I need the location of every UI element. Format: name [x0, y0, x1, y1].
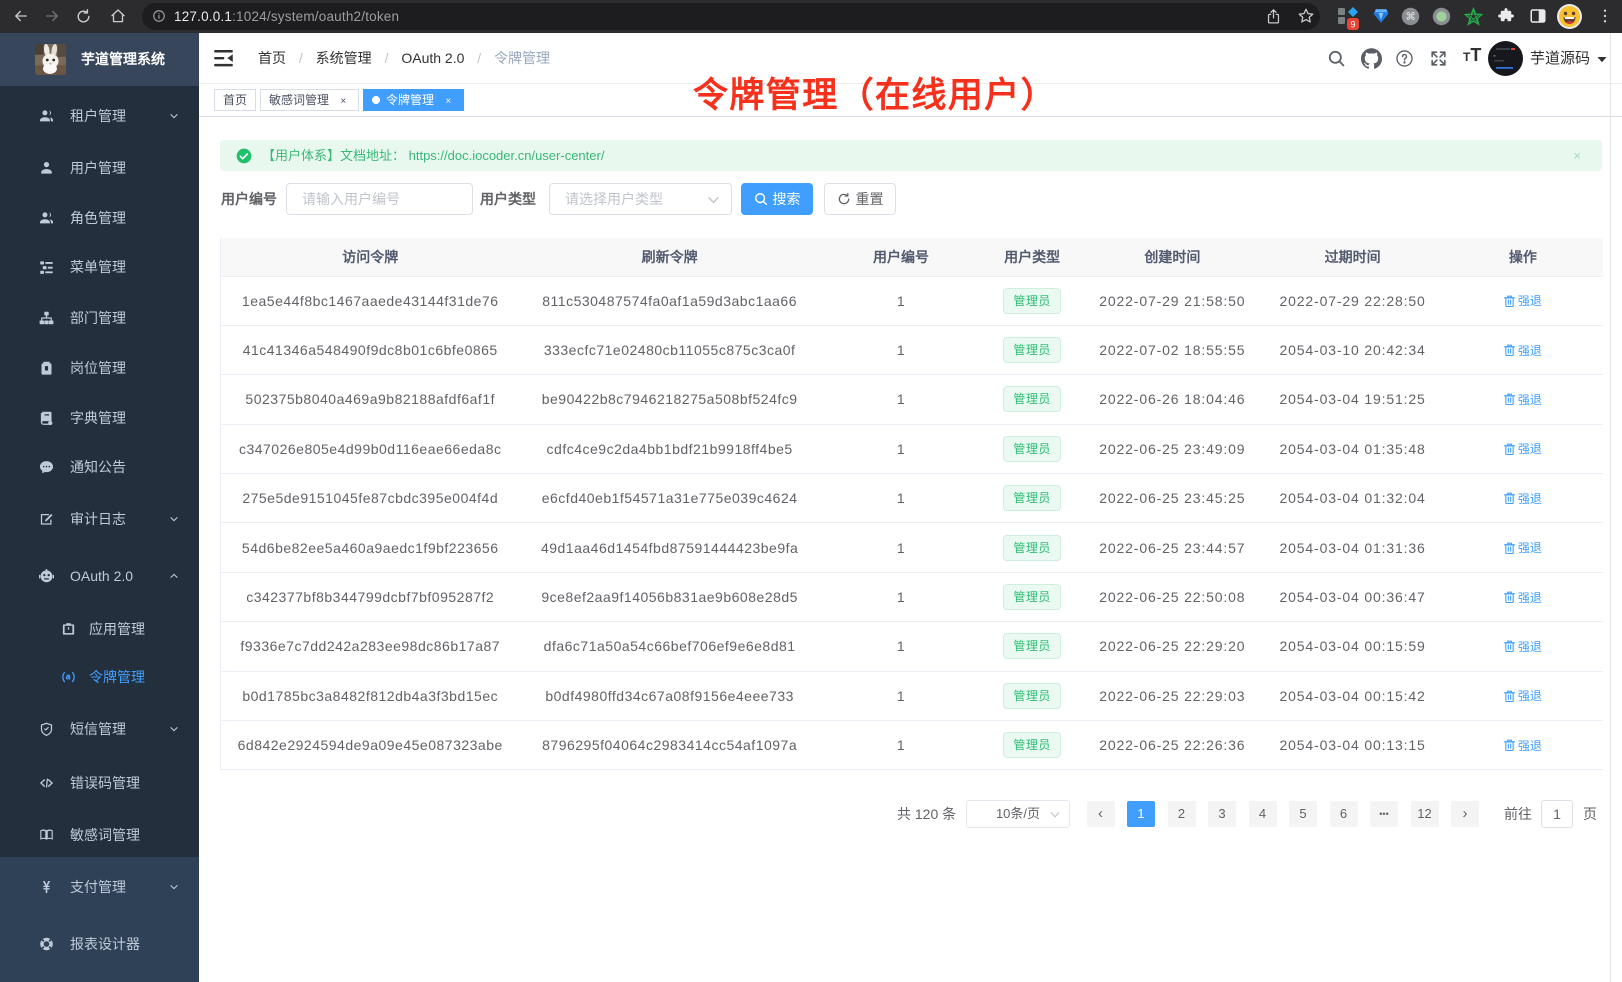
svg-text:9: 9 [1350, 20, 1355, 30]
svg-text:⌘: ⌘ [1405, 12, 1415, 23]
